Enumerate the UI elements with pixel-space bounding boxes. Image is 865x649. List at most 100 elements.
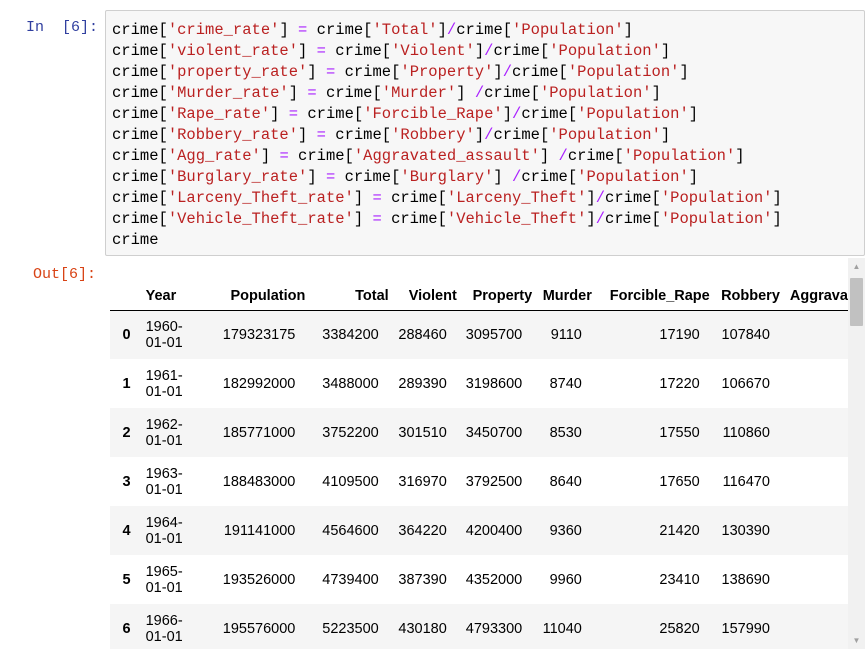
code-line: crime['Burglary_rate'] = crime['Burglary… (112, 168, 699, 186)
table-cell: 185771000 (222, 424, 296, 441)
year-part: 1963- (145, 465, 183, 482)
table-cell (780, 506, 848, 555)
table-cell: 4793300 (465, 620, 523, 637)
table-cell: 107840 (721, 326, 770, 343)
table-cell (780, 457, 848, 506)
row-index: 6 (122, 620, 131, 637)
table-cell: 193526000 (222, 571, 296, 588)
row-index: 4 (122, 522, 131, 539)
vertical-scrollbar[interactable]: ▲ ▼ (848, 258, 865, 649)
table-cell: 289390 (398, 375, 447, 392)
row-index: 0 (122, 326, 131, 343)
table-row: 4 1964- 01-01 191141000 4564600 364220 4200400… (110, 506, 848, 555)
year-part: 1962- (145, 416, 183, 433)
code-cell-editor[interactable]: crime['crime_rate'] = crime['Total']/cri… (105, 10, 865, 256)
table-row: 2 1962- 01-01 185771000 3752200 301510 3450700… (110, 408, 848, 457)
year-part: 01-01 (145, 579, 183, 596)
table-cell: 9360 (549, 522, 582, 539)
table-cell: 430180 (398, 620, 447, 637)
table-cell: 191141000 (223, 522, 296, 539)
table-cell: 17650 (659, 473, 700, 490)
year-part: 01-01 (145, 334, 183, 351)
year-part: 1961- (145, 367, 183, 384)
column-header: Murder (532, 260, 592, 311)
row-index: 3 (122, 473, 131, 490)
code-line: crime['Rape_rate'] = crime['Forcible_Rap… (112, 105, 699, 123)
table-row: 6 1966- 01-01 195576000 5223500 430180 4793300… (110, 604, 848, 649)
year-part: 01-01 (145, 383, 183, 400)
year-cell: 1962- 01-01 (136, 408, 193, 457)
table-cell: 3488000 (322, 375, 379, 392)
table-cell: 4200400 (465, 522, 523, 539)
column-header: Violent (388, 260, 457, 311)
table-cell: 23410 (659, 571, 700, 588)
code-line: crime['Murder_rate'] = crime['Murder'] /… (112, 84, 661, 102)
table-cell: 9960 (549, 571, 582, 588)
row-index: 1 (122, 375, 131, 392)
table-cell: 17190 (659, 326, 700, 343)
table-cell: 195576000 (222, 620, 296, 637)
table-cell: 3450700 (465, 424, 523, 441)
table-cell: 11040 (542, 620, 582, 637)
scrollbar-thumb[interactable] (850, 278, 863, 326)
year-part: 1964- (145, 514, 183, 531)
code-line: crime (112, 231, 159, 249)
table-cell: 21420 (659, 522, 700, 539)
input-prompt: In [6]: (26, 19, 99, 36)
table-cell (780, 310, 848, 359)
table-cell: 182992000 (222, 375, 296, 392)
table-cell: 3752200 (322, 424, 379, 441)
scroll-up-arrow-icon[interactable]: ▲ (848, 258, 865, 275)
table-cell: 17220 (659, 375, 700, 392)
table-cell: 4352000 (465, 571, 523, 588)
row-index: 2 (122, 424, 131, 441)
year-cell: 1960- 01-01 (136, 310, 193, 359)
year-cell: 1964- 01-01 (136, 506, 193, 555)
scroll-down-arrow-icon[interactable]: ▼ (848, 632, 865, 649)
dataframe-table: Year Population Total Violent Property Murder… (110, 260, 848, 649)
year-part: 01-01 (145, 481, 183, 498)
code-line: crime['violent_rate'] = crime['Violent']… (112, 42, 671, 60)
table-cell: 8640 (549, 473, 582, 490)
table-row: 5 1965- 01-01 193526000 4739400 387390 4352000… (110, 555, 848, 604)
year-cell: 1963- 01-01 (136, 457, 193, 506)
code-line: crime['property_rate'] = crime['Property… (112, 63, 689, 81)
code-line: crime['Vehicle_Theft_rate'] = crime['Veh… (112, 210, 782, 228)
table-cell: 8740 (549, 375, 582, 392)
table-header-row: Year Population Total Violent Property Murder… (110, 260, 848, 311)
code-line: crime['Larceny_Theft_rate'] = crime['Lar… (112, 189, 782, 207)
table-cell: 387390 (398, 571, 447, 588)
column-header: Population (192, 260, 306, 311)
year-part: 01-01 (145, 530, 183, 547)
table-cell: 316970 (398, 473, 447, 490)
table-cell: 179323175 (222, 326, 296, 343)
table-row: 0 1960- 01-01 179323175 3384200 288460 3095700… (110, 310, 848, 359)
column-header: Total (305, 260, 389, 311)
table-cell: 130390 (721, 522, 770, 539)
table-cell (780, 408, 848, 457)
year-part: 01-01 (145, 628, 183, 645)
table-cell: 5223500 (322, 620, 379, 637)
code-line: crime['Agg_rate'] = crime['Aggravated_as… (112, 147, 745, 165)
table-cell: 4739400 (322, 571, 379, 588)
table-cell: 9110 (550, 326, 582, 343)
table-cell: 4564600 (322, 522, 379, 539)
table-cell: 364220 (398, 522, 447, 539)
column-header: Year (135, 260, 193, 311)
table-cell: 188483000 (222, 473, 296, 490)
table-cell: 157990 (721, 620, 770, 637)
output-area: Year Population Total Violent Property Murder… (110, 260, 848, 649)
table-cell: 288460 (398, 326, 447, 343)
table-cell (780, 359, 848, 408)
year-part: 1960- (145, 318, 183, 335)
year-cell: 1961- 01-01 (136, 359, 193, 408)
year-cell: 1966- 01-01 (136, 604, 193, 649)
row-index: 5 (122, 571, 131, 588)
column-header: Robbery (709, 260, 780, 311)
table-cell: 25820 (659, 620, 700, 637)
table-row: 3 1963- 01-01 188483000 4109500 316970 3792500… (110, 457, 848, 506)
year-cell: 1965- 01-01 (136, 555, 193, 604)
table-cell: 3095700 (465, 326, 523, 343)
code-line: crime['crime_rate'] = crime['Total']/cri… (112, 21, 633, 39)
column-header: Aggrava (779, 260, 848, 311)
